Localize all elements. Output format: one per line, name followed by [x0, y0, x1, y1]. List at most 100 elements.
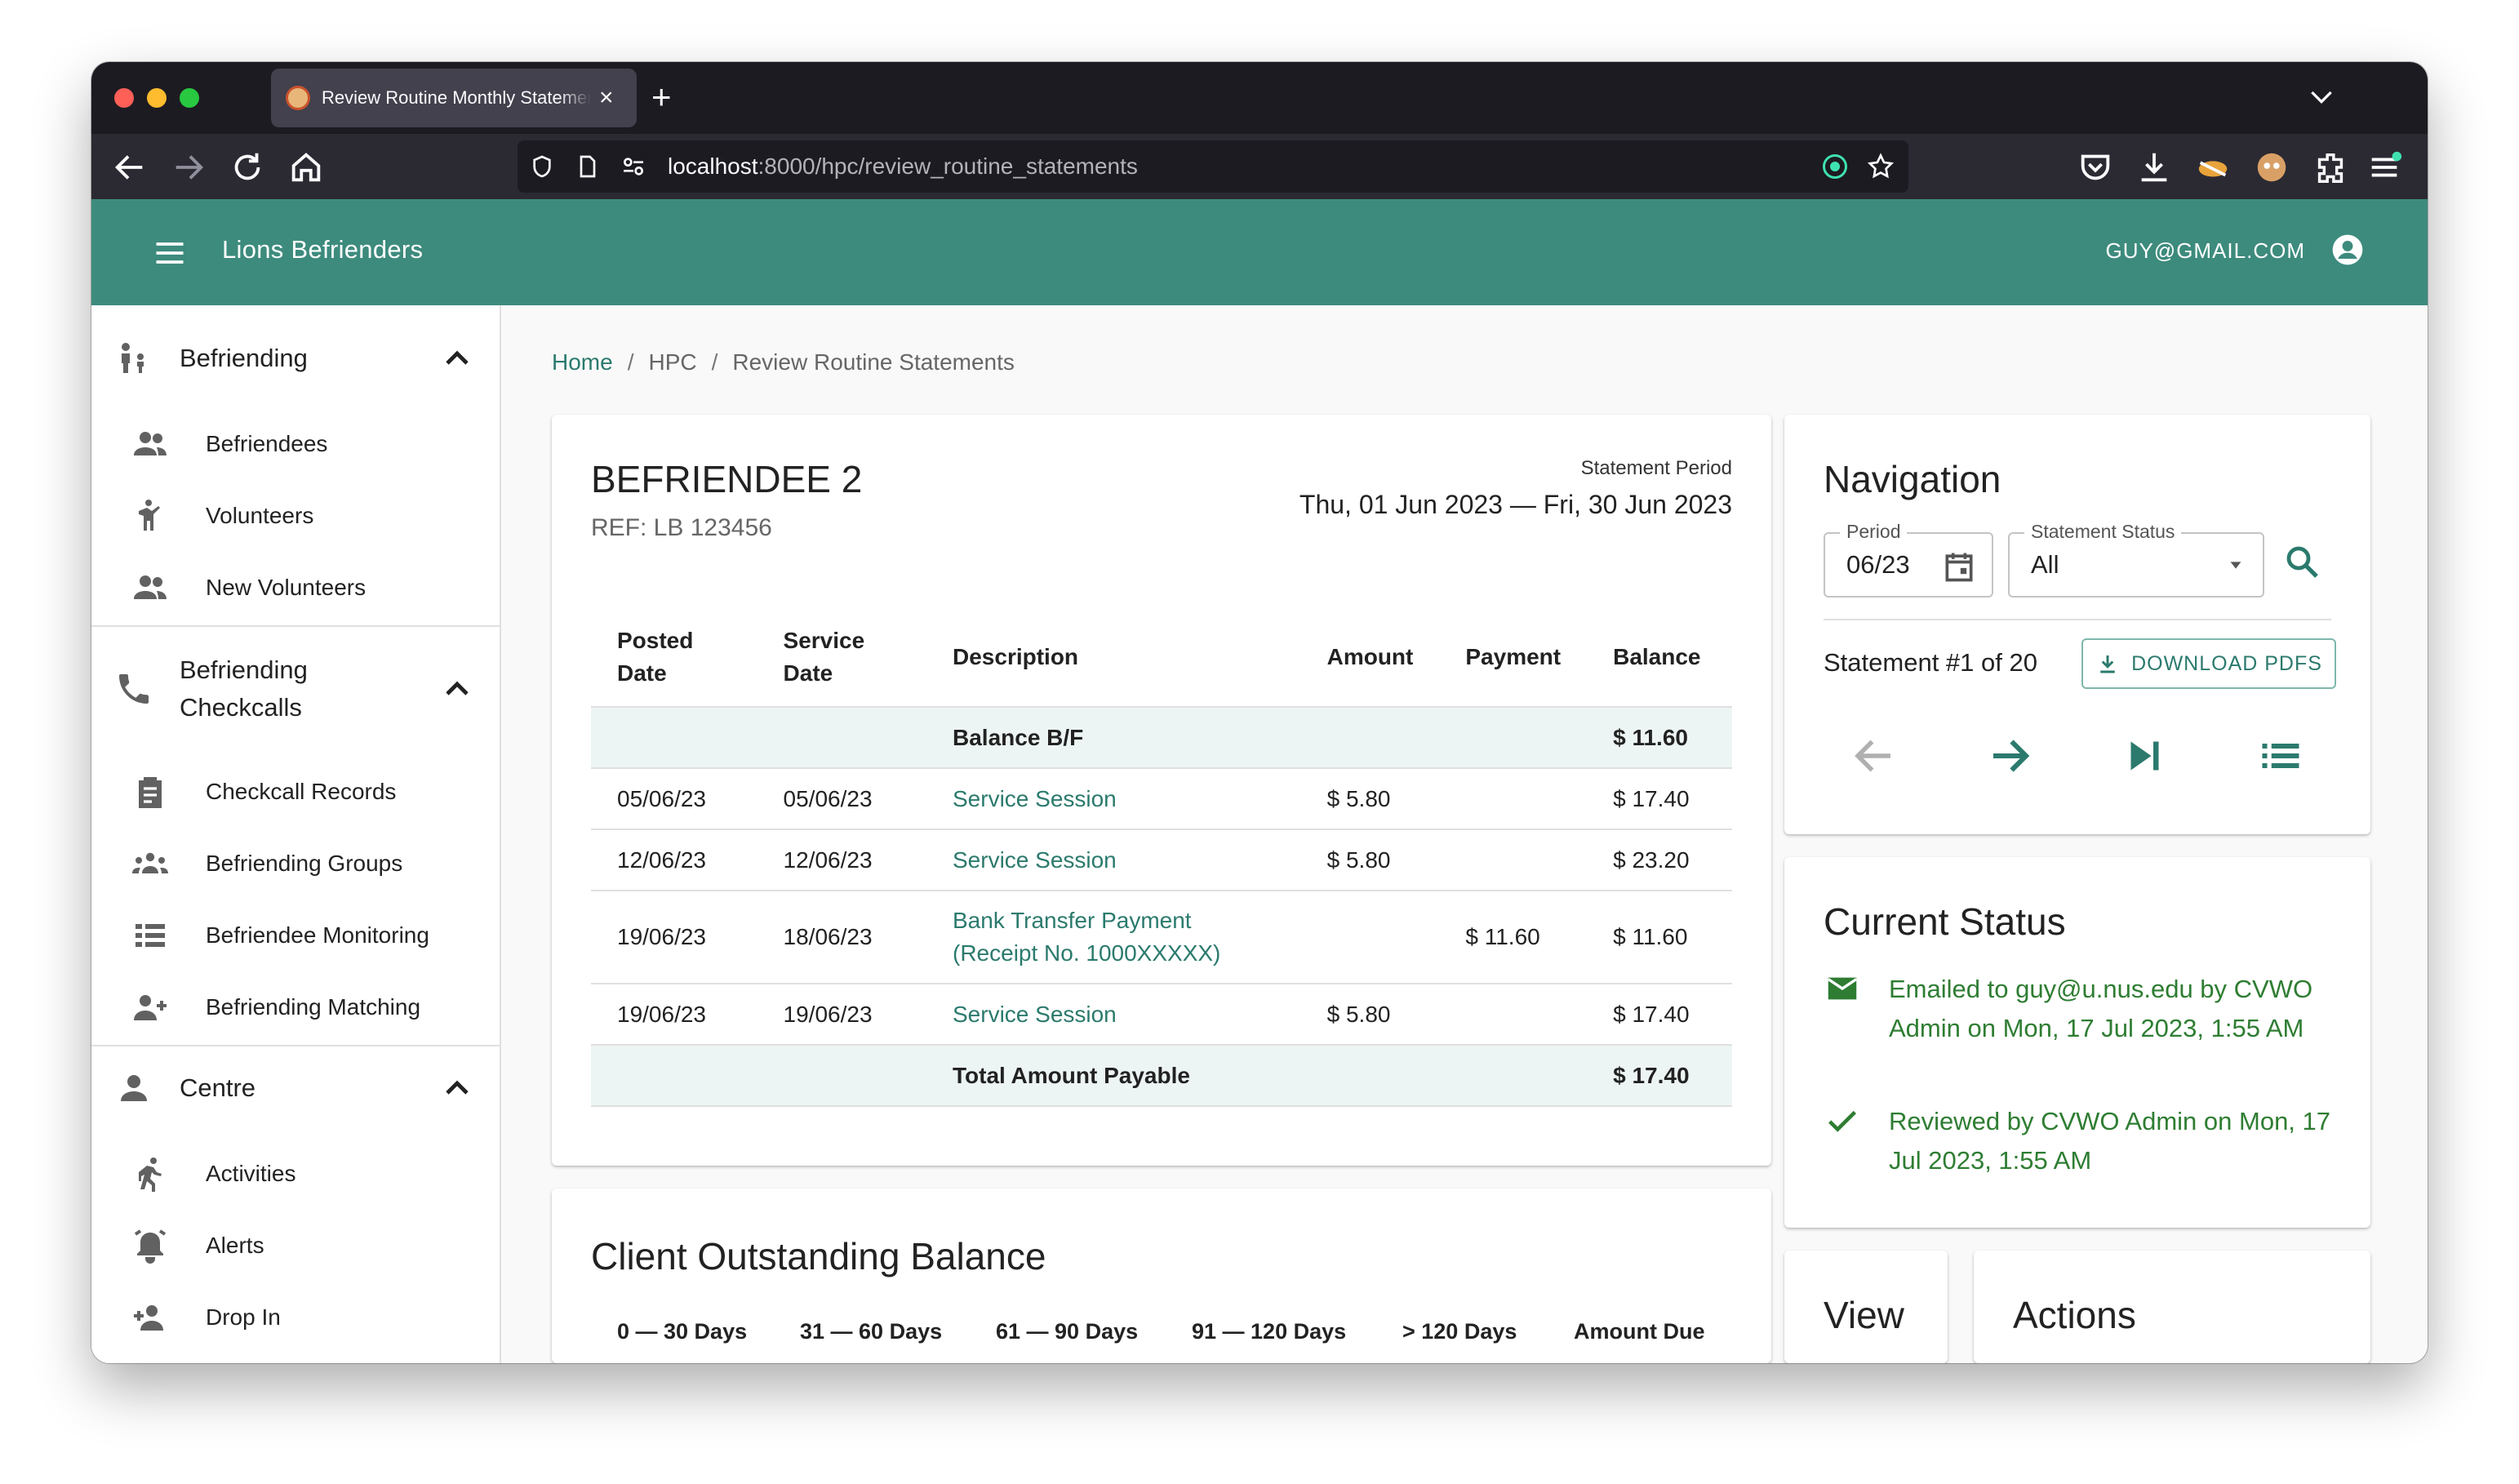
chevron-up-icon[interactable]: [438, 339, 477, 378]
sidebar-item-alerts[interactable]: Alerts: [91, 1210, 500, 1282]
volunteer-icon: [139, 500, 160, 531]
address-bar[interactable]: localhost:8000/hpc/review_routine_statem…: [518, 140, 1908, 193]
previous-arrow-icon[interactable]: [1850, 731, 1899, 780]
column-header: > 120 Days: [1402, 1319, 1517, 1344]
description-link[interactable]: Service Session: [926, 984, 1301, 1046]
extension-icon[interactable]: [2194, 149, 2232, 186]
sidebar-item-befriendees[interactable]: Befriendees: [91, 408, 500, 480]
period-input[interactable]: 06/23: [1846, 550, 1931, 580]
list-icon: [136, 924, 165, 947]
breadcrumb-home-link[interactable]: Home: [552, 349, 613, 375]
statement-status-select[interactable]: Statement Status All: [2008, 521, 2264, 598]
chevron-up-icon[interactable]: [438, 1069, 477, 1108]
app-menu-icon[interactable]: [2366, 149, 2403, 186]
skip-to-last-icon[interactable]: [2121, 731, 2170, 780]
sidebar-item-befriending-matching[interactable]: Befriending Matching: [91, 971, 500, 1043]
view-title: View: [1824, 1294, 1904, 1336]
column-header-posted-date: Posted Date: [591, 607, 757, 708]
zoom-window-button[interactable]: [180, 88, 199, 108]
extensions-puzzle-icon[interactable]: [2312, 149, 2349, 186]
url-text[interactable]: localhost:8000/hpc/review_routine_statem…: [668, 153, 1138, 180]
next-arrow-icon[interactable]: [1985, 731, 2034, 780]
current-status-title: Current Status: [1824, 900, 2066, 943]
browser-tab[interactable]: Review Routine Monthly Statements ×: [271, 69, 637, 127]
tab-close-icon[interactable]: ×: [599, 86, 614, 110]
sidebar-group-centre[interactable]: Centre: [91, 1068, 500, 1109]
total-row: Total Amount Payable $ 17.40: [591, 1045, 1732, 1107]
permissions-icon[interactable]: [620, 153, 646, 180]
person-icon: [121, 1075, 147, 1101]
hamburger-menu-icon[interactable]: [152, 235, 188, 271]
total-label: Total Amount Payable: [926, 1045, 1301, 1107]
payment-cell: [1439, 768, 1588, 830]
cell-empty: [1439, 1045, 1588, 1107]
sidebar-item-label: Drop In: [206, 1304, 281, 1330]
befriendee-ref: REF: LB 123456: [591, 514, 772, 541]
sidebar-item-befriendee-monitoring[interactable]: Befriendee Monitoring: [91, 900, 500, 971]
table-row: 19/06/23 18/06/23 Bank Transfer Payment …: [591, 891, 1732, 984]
shield-icon[interactable]: [529, 153, 555, 180]
cell-empty: [1300, 707, 1440, 769]
sidebar-group-befriending[interactable]: Befriending: [91, 338, 500, 379]
emailed-status-text: Emailed to guy@u.nus.edu by CVWO Admin o…: [1889, 975, 2313, 1042]
browser-toolbar: localhost:8000/hpc/review_routine_statem…: [91, 134, 2428, 199]
actions-card: Actions: [1974, 1251, 2370, 1363]
current-status-card: Current Status Emailed to guy@u.nus.edu …: [1784, 857, 2370, 1228]
dropdown-arrow-icon[interactable]: [2225, 557, 2246, 575]
cell-empty: [591, 1045, 757, 1107]
balance-bf-row: Balance B/F $ 11.60: [591, 707, 1732, 769]
navigation-card: Navigation Period 06/23 Statement Status…: [1784, 415, 2370, 834]
balance-bf-value: $ 11.60: [1587, 707, 1732, 769]
sidebar-item-volunteers[interactable]: Volunteers: [91, 480, 500, 552]
description-link[interactable]: Service Session: [926, 829, 1301, 891]
sidebar-item-activities[interactable]: Activities: [91, 1138, 500, 1210]
description-link[interactable]: Bank Transfer Payment (Receipt No. 1000X…: [926, 891, 1301, 984]
statement-table: Posted Date Service Date Description Amo…: [591, 607, 1732, 1107]
sidebar-divider: [91, 625, 500, 627]
chevron-up-icon[interactable]: [438, 669, 477, 709]
tab-list-chevron-icon[interactable]: [2305, 80, 2338, 113]
period-field[interactable]: Period 06/23: [1824, 521, 1993, 598]
payment-cell: [1439, 829, 1588, 891]
tab-title: Review Routine Monthly Statements: [322, 87, 591, 108]
sidebar-group-befriending-checkcalls[interactable]: Befriending Checkcalls: [91, 648, 500, 730]
minimize-window-button[interactable]: [147, 88, 167, 108]
profile-extension-icon[interactable]: [2253, 149, 2290, 186]
calendar-icon[interactable]: [1941, 549, 1977, 584]
amount-cell: [1300, 891, 1440, 984]
column-header: Amount Due: [1574, 1319, 1705, 1344]
tracking-protection-icon[interactable]: [1820, 152, 1850, 181]
sidebar-item-new-volunteers[interactable]: New Volunteers: [91, 552, 500, 624]
search-icon[interactable]: [2282, 542, 2321, 581]
close-window-button[interactable]: [114, 88, 134, 108]
sidebar-item-befriending-groups[interactable]: Befriending Groups: [91, 828, 500, 900]
sidebar-item-checkcall-records[interactable]: Checkcall Records: [91, 756, 500, 828]
breadcrumb-separator: /: [711, 349, 718, 375]
statement-period-label: Statement Period: [1580, 457, 1732, 479]
account-circle-icon[interactable]: [2330, 232, 2366, 268]
table-row: 19/06/23 19/06/23 Service Session $ 5.80…: [591, 984, 1732, 1046]
lion-favicon-icon: [286, 86, 310, 110]
person-add-icon: [134, 1305, 163, 1331]
description-link[interactable]: Service Session: [926, 768, 1301, 830]
back-arrow-icon[interactable]: [111, 149, 149, 186]
download-pdfs-button[interactable]: DOWNLOAD PDFS: [2081, 638, 2336, 689]
sidebar-item-label: Befriendees: [206, 431, 328, 456]
user-email[interactable]: GUY@GMAIL.COM: [2105, 238, 2305, 264]
sidebar: Befriending Befriendees Volunteers New V…: [91, 305, 501, 1363]
page-icon[interactable]: [575, 153, 601, 180]
reload-icon[interactable]: [229, 149, 266, 186]
column-header: 0 — 30 Days: [617, 1319, 748, 1344]
family-icon: [122, 343, 144, 373]
breadcrumb-hpc[interactable]: HPC: [648, 349, 696, 375]
list-view-icon[interactable]: [2256, 731, 2305, 780]
forward-arrow-icon[interactable]: [170, 149, 207, 186]
bookmark-star-icon[interactable]: [1866, 152, 1895, 181]
payment-cell: $ 11.60: [1439, 891, 1588, 984]
downloads-icon[interactable]: [2135, 149, 2173, 186]
sidebar-item-drop-in[interactable]: Drop In: [91, 1282, 500, 1353]
sidebar-item-label: Befriending Groups: [206, 851, 403, 876]
home-icon[interactable]: [287, 149, 325, 186]
new-tab-button[interactable]: +: [651, 77, 672, 118]
pocket-icon[interactable]: [2077, 149, 2114, 186]
